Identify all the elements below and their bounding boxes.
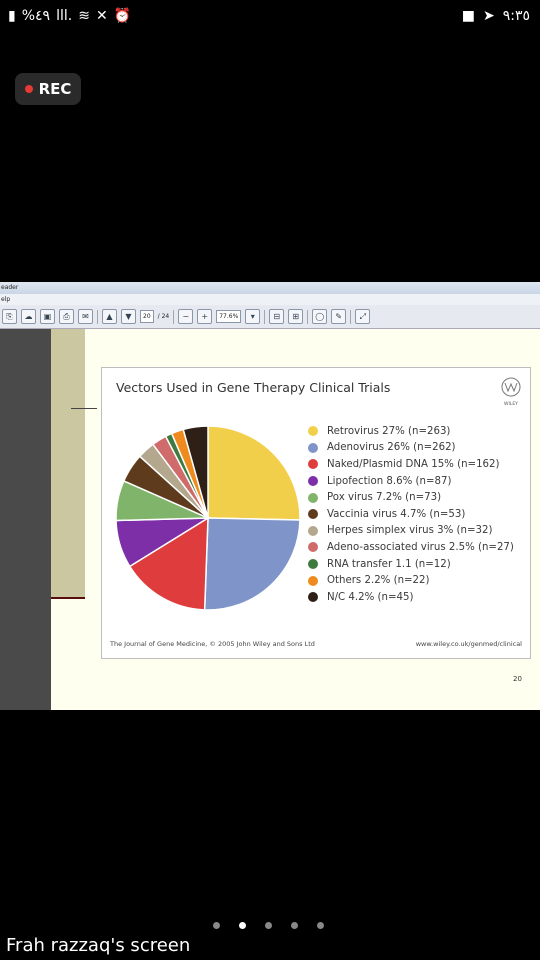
legend-label: Naked/Plasmid DNA 15% (n=162) bbox=[327, 458, 500, 470]
pager-dot[interactable] bbox=[317, 922, 324, 929]
pager-dot[interactable] bbox=[265, 922, 272, 929]
page-rule bbox=[71, 408, 97, 409]
legend-swatch bbox=[308, 509, 318, 520]
legend-item: Lipofection 8.6% (n=87) bbox=[308, 473, 514, 490]
screen-pager[interactable] bbox=[213, 922, 324, 929]
thumbnail-panel[interactable] bbox=[0, 329, 51, 710]
zoom-dropdown-icon[interactable]: ▾ bbox=[245, 309, 261, 324]
slide-figure: Vectors Used in Gene Therapy Clinical Tr… bbox=[101, 367, 531, 659]
zoom-out-icon[interactable]: − bbox=[178, 309, 194, 324]
print-icon[interactable]: ⎙ bbox=[59, 309, 74, 324]
shared-screen: eader elp ⎘ ☁ ▣ ⎙ ✉ ▲ ▼ 20 / 24 − + 77.6… bbox=[0, 282, 540, 710]
wiley-logo-icon bbox=[501, 377, 521, 397]
open-icon[interactable]: ⎘ bbox=[2, 309, 17, 324]
recording-label: REC bbox=[38, 80, 72, 98]
legend-swatch bbox=[308, 476, 318, 487]
legend-item: Vaccinia virus 4.7% (n=53) bbox=[308, 506, 514, 523]
legend-label: Others 2.2% (n=22) bbox=[327, 575, 430, 587]
cloud-icon[interactable]: ☁ bbox=[21, 309, 36, 324]
legend-item: RNA transfer 1.1 (n=12) bbox=[308, 556, 514, 573]
save-icon[interactable]: ▣ bbox=[40, 309, 55, 324]
figure-url: www.wiley.co.uk/genmed/clinical bbox=[415, 640, 522, 648]
legend-item: Others 2.2% (n=22) bbox=[308, 572, 514, 589]
menu-bar[interactable]: elp bbox=[0, 294, 540, 305]
page-number-input[interactable]: 20 bbox=[140, 310, 154, 323]
legend-item: Pox virus 7.2% (n=73) bbox=[308, 489, 514, 506]
legend-item: Adeno-associated virus 2.5% (n=27) bbox=[308, 539, 514, 556]
pager-dot[interactable] bbox=[239, 922, 246, 929]
legend-label: Herpes simplex virus 3% (n=32) bbox=[327, 525, 493, 537]
previous-page-edge bbox=[51, 329, 97, 599]
status-right: ■ ➤ ٩:٣٥ bbox=[462, 8, 530, 24]
chart-title: Vectors Used in Gene Therapy Clinical Tr… bbox=[116, 380, 391, 395]
email-icon[interactable]: ✉ bbox=[78, 309, 93, 324]
screen-owner-caption: Frah razzaq's screen bbox=[6, 935, 191, 956]
toolbar-divider bbox=[173, 309, 175, 324]
legend-label: RNA transfer 1.1 (n=12) bbox=[327, 558, 451, 570]
next-page-icon[interactable]: ▼ bbox=[121, 309, 136, 324]
viewer-toolbar: ⎘ ☁ ▣ ⎙ ✉ ▲ ▼ 20 / 24 − + 77.6% ▾ ⊟ ⊞ ◯ … bbox=[0, 305, 540, 329]
legend-swatch bbox=[308, 426, 318, 437]
legend-swatch bbox=[308, 492, 318, 503]
legend-label: Adeno-associated virus 2.5% (n=27) bbox=[327, 541, 514, 553]
pager-dot[interactable] bbox=[291, 922, 298, 929]
window-title-bar: eader bbox=[0, 282, 540, 294]
alarm-icon: ⏰ bbox=[113, 8, 132, 24]
legend-swatch bbox=[308, 559, 318, 570]
toolbar-divider bbox=[264, 309, 266, 324]
battery-level: %٤٩ bbox=[21, 8, 51, 24]
fit-width-icon[interactable]: ⊞ bbox=[288, 309, 304, 324]
legend-label: N/C 4.2% (n=45) bbox=[327, 591, 414, 603]
mute-icon: ✕ bbox=[95, 8, 108, 24]
video-icon: ■ bbox=[461, 8, 475, 24]
publisher-logo-text: WILEY bbox=[504, 402, 518, 407]
legend-swatch bbox=[308, 575, 318, 586]
pager-dot[interactable] bbox=[213, 922, 220, 929]
pie-slice-1 bbox=[203, 517, 301, 611]
highlight-icon[interactable]: ✎ bbox=[331, 309, 347, 324]
legend-label: Vaccinia virus 4.7% (n=53) bbox=[327, 508, 466, 520]
status-left: ▮ %٤٩ lll. ≋ ✕ ⏰ bbox=[8, 8, 131, 24]
zoom-in-icon[interactable]: + bbox=[197, 309, 213, 324]
status-bar: ▮ %٤٩ lll. ≋ ✕ ⏰ ■ ➤ ٩:٣٥ bbox=[0, 0, 540, 34]
legend-item: Herpes simplex virus 3% (n=32) bbox=[308, 523, 514, 540]
recording-indicator[interactable]: REC bbox=[15, 73, 81, 105]
telegram-icon: ➤ bbox=[482, 8, 495, 24]
legend-swatch bbox=[308, 525, 318, 536]
wifi-icon: ≋ bbox=[78, 8, 90, 24]
document-viewport[interactable]: Vectors Used in Gene Therapy Clinical Tr… bbox=[0, 329, 540, 710]
legend-item: Naked/Plasmid DNA 15% (n=162) bbox=[308, 456, 514, 473]
document-page: Vectors Used in Gene Therapy Clinical Tr… bbox=[51, 329, 540, 710]
figure-credit: The Journal of Gene Medicine, © 2005 Joh… bbox=[110, 640, 315, 648]
pie-slice-0 bbox=[207, 425, 301, 521]
legend-item: Adenovirus 26% (n=262) bbox=[308, 440, 514, 457]
previous-page-icon[interactable]: ▲ bbox=[102, 309, 117, 324]
page-number: 20 bbox=[513, 675, 522, 683]
expand-icon[interactable]: ⤢ bbox=[355, 309, 371, 324]
toolbar-divider bbox=[97, 309, 98, 324]
chart-legend: Retrovirus 27% (n=263) Adenovirus 26% (n=… bbox=[308, 423, 514, 606]
battery-icon: ▮ bbox=[8, 8, 16, 24]
status-time: ٩:٣٥ bbox=[502, 8, 530, 24]
signal-icon: lll. bbox=[56, 8, 73, 24]
legend-swatch bbox=[308, 592, 318, 603]
toolbar-divider bbox=[307, 309, 309, 324]
toolbar-divider bbox=[350, 309, 352, 324]
zoom-level-input[interactable]: 77.6% bbox=[216, 310, 242, 323]
legend-item: N/C 4.2% (n=45) bbox=[308, 589, 514, 606]
record-dot-icon bbox=[24, 85, 33, 93]
comment-icon[interactable]: ◯ bbox=[312, 309, 328, 324]
fit-page-icon[interactable]: ⊟ bbox=[269, 309, 285, 324]
legend-label: Lipofection 8.6% (n=87) bbox=[327, 475, 452, 487]
legend-swatch bbox=[308, 459, 318, 470]
pie-chart bbox=[115, 425, 301, 611]
legend-swatch bbox=[308, 542, 318, 553]
legend-swatch bbox=[308, 442, 318, 453]
legend-label: Adenovirus 26% (n=262) bbox=[327, 442, 456, 454]
page-total: / 24 bbox=[157, 313, 170, 320]
legend-item: Retrovirus 27% (n=263) bbox=[308, 423, 514, 440]
legend-label: Pox virus 7.2% (n=73) bbox=[327, 492, 442, 504]
legend-label: Retrovirus 27% (n=263) bbox=[327, 425, 451, 437]
